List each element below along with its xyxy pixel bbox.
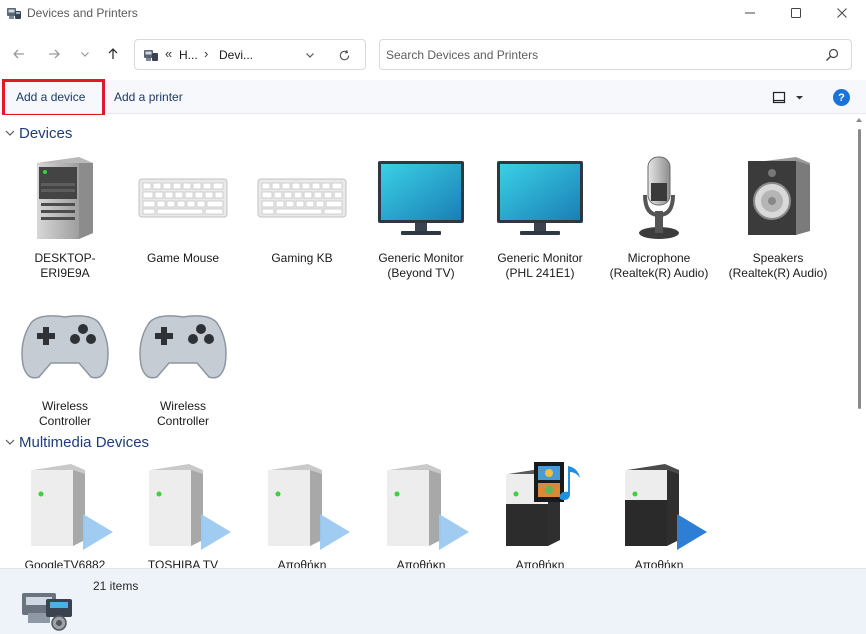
highlight-annotation [2, 79, 105, 117]
close-button[interactable] [819, 0, 865, 26]
device-name: Generic Monitor (PHL 241E1) [497, 251, 583, 280]
media-server-icon [268, 464, 350, 550]
maximize-button[interactable] [773, 0, 819, 26]
keyboard-icon [257, 178, 347, 218]
device-item[interactable]: Speakers (Realtek(R) Audio) [726, 153, 830, 281]
devices-printers-icon [144, 50, 158, 61]
view-options-icon [772, 91, 803, 104]
search-icon[interactable] [824, 47, 840, 63]
minimize-icon [745, 12, 755, 14]
device-item[interactable]: Game Mouse [131, 153, 235, 266]
device-name: Microphone (Realtek(R) Audio) [609, 251, 709, 280]
device-item[interactable]: Generic Monitor (Beyond TV) [369, 153, 473, 281]
devices-printers-icon [7, 8, 21, 19]
window-title: Devices and Printers [27, 6, 138, 20]
media-server-icon [387, 464, 469, 550]
media-server-icon [31, 464, 113, 550]
devices-printers-icon [22, 593, 72, 631]
device-item[interactable]: GoogleTV6882 [13, 460, 117, 573]
recent-locations-button[interactable] [73, 42, 97, 66]
device-item[interactable]: TOSHIBA TV [131, 460, 235, 573]
speaker-icon [748, 157, 810, 235]
arrow-left-icon [13, 49, 24, 59]
chevron-down-icon [306, 53, 314, 58]
item-count: 21 items [93, 579, 139, 593]
navigation-bar: « H... › Devi... [0, 34, 866, 76]
gamepad-icon [139, 315, 227, 379]
back-button[interactable] [7, 42, 31, 66]
device-item[interactable]: Wireless Controller [13, 301, 117, 429]
status-bar: 21 items [0, 568, 866, 634]
device-name: Speakers (Realtek(R) Audio) [728, 251, 828, 280]
vertical-scrollbar[interactable] [853, 115, 866, 568]
group-title: Devices [19, 124, 73, 142]
scroll-up-icon[interactable] [856, 118, 862, 122]
device-item[interactable]: Αποθήκη [250, 460, 354, 573]
device-item[interactable]: Generic Monitor (PHL 241E1) [488, 153, 592, 281]
device-item[interactable]: Αποθήκη [369, 460, 473, 573]
media-server-icon [149, 464, 231, 550]
device-item[interactable]: Αποθήκη [607, 460, 711, 573]
microphone-icon [639, 156, 679, 239]
command-bar: Add a device Add a printer [0, 80, 866, 114]
help-button[interactable]: ? [833, 89, 850, 106]
forward-button[interactable] [42, 42, 66, 66]
device-item[interactable]: DESKTOP-ERI9E9A [13, 153, 117, 281]
monitor-icon [378, 161, 464, 235]
media-library-icon [506, 462, 580, 546]
scrollbar-thumb[interactable] [858, 129, 861, 409]
device-name: Wireless Controller [38, 399, 92, 428]
group-header-devices[interactable]: Devices [4, 123, 72, 143]
search-input[interactable] [386, 45, 806, 65]
breadcrumb-separator[interactable]: › [204, 46, 208, 61]
device-name: Gaming KB [271, 251, 333, 265]
device-name: Game Mouse [146, 251, 220, 265]
group-header-multimedia-devices[interactable]: Multimedia Devices [4, 432, 149, 452]
chevron-down-icon [5, 439, 15, 445]
device-item[interactable]: Αποθήκη [488, 460, 592, 573]
breadcrumb-item[interactable]: H... [179, 48, 198, 62]
arrow-right-icon [49, 49, 60, 59]
minimize-button[interactable] [727, 0, 773, 26]
address-bar[interactable]: « H... › Devi... [134, 39, 366, 70]
refresh-icon [339, 49, 349, 60]
breadcrumb-overflow[interactable]: « [165, 46, 172, 61]
device-item[interactable]: Gaming KB [250, 153, 354, 266]
device-name: DESKTOP-ERI9E9A [34, 251, 96, 280]
refresh-button[interactable] [335, 46, 353, 64]
group-title: Multimedia Devices [19, 433, 150, 451]
maximize-icon [791, 8, 801, 18]
device-item[interactable]: Wireless Controller [131, 301, 235, 429]
address-dropdown-button[interactable] [301, 46, 319, 64]
title-bar: Devices and Printers [0, 0, 866, 28]
add-printer-button[interactable]: Add a printer [114, 90, 183, 104]
device-list: Devices DESKTOP-ERI9E9A Game Mouse Gamin… [0, 115, 853, 572]
gamepad-icon [21, 315, 109, 379]
computer-tower-icon [37, 157, 93, 239]
chevron-down-icon [81, 52, 89, 57]
monitor-icon [497, 161, 583, 235]
device-name: Wireless Controller [156, 399, 210, 428]
keyboard-icon [138, 178, 228, 218]
chevron-down-icon [5, 130, 15, 136]
device-item[interactable]: Microphone (Realtek(R) Audio) [607, 153, 711, 281]
media-server-dark-icon [625, 464, 707, 550]
change-view-button[interactable] [770, 90, 810, 106]
arrow-up-icon [108, 48, 118, 59]
device-name: Generic Monitor (Beyond TV) [378, 251, 464, 280]
close-icon [837, 8, 847, 18]
search-box [379, 39, 852, 70]
up-button[interactable] [101, 42, 125, 66]
breadcrumb-item[interactable]: Devi... [219, 48, 253, 62]
